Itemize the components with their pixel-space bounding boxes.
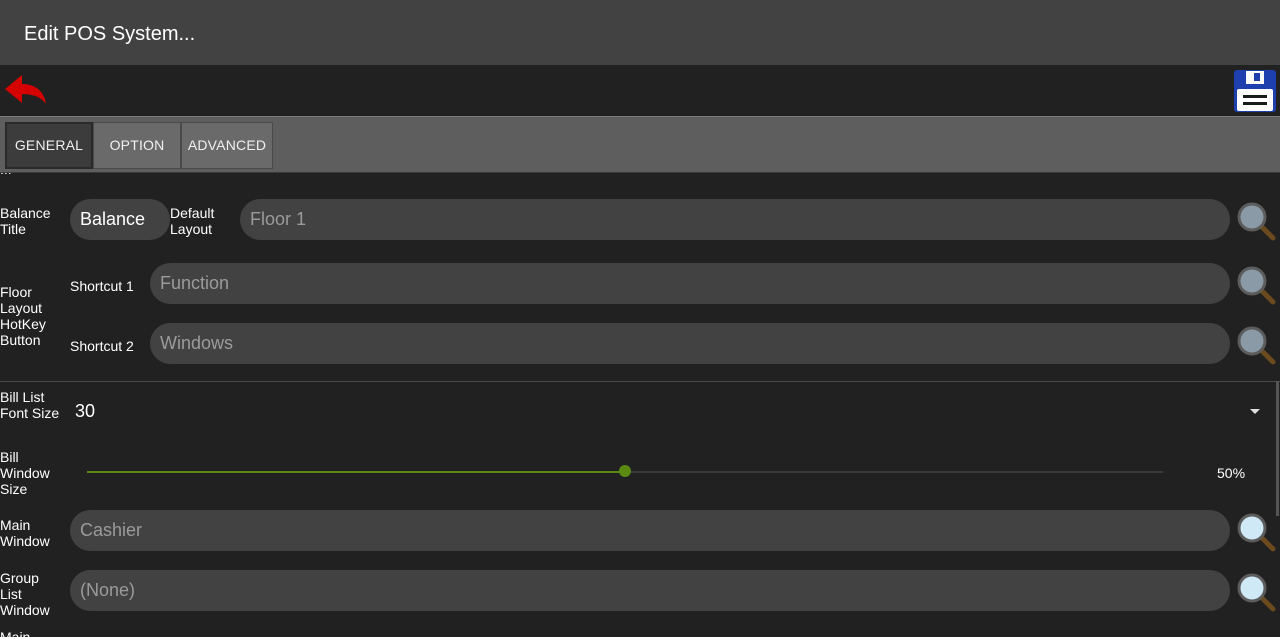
slider-fill (87, 471, 625, 473)
balance-title-label: Balance Title (0, 205, 51, 237)
title-bar: Edit POS System... (0, 0, 1280, 65)
cut-off-label: ... (0, 173, 12, 177)
next-row-label: Main (0, 629, 31, 637)
back-arrow-icon (5, 75, 46, 104)
main-window-search-button[interactable] (1235, 511, 1277, 553)
floppy-disk-icon (1234, 70, 1276, 112)
group-list-window-field[interactable]: (None) (70, 570, 1230, 611)
back-button[interactable] (3, 73, 49, 109)
search-icon (1237, 513, 1276, 552)
scrollbar[interactable] (1276, 381, 1279, 516)
floor-layout-hotkey-label: Floor Layout HotKey Button (0, 284, 46, 348)
general-form: ... Balance Title Balance Default Layout… (0, 173, 1280, 637)
tab-advanced[interactable]: ADVANCED (181, 122, 273, 169)
shortcut1-label: Shortcut 1 (70, 278, 134, 294)
bill-list-font-size-select[interactable]: 30 (75, 401, 95, 422)
bill-window-size-value: 50% (1217, 465, 1246, 481)
search-icon (1237, 266, 1276, 305)
section-divider (0, 381, 1280, 382)
search-icon (1237, 573, 1276, 612)
shortcut1-search-button[interactable] (1235, 264, 1277, 306)
shortcut2-label: Shortcut 2 (70, 338, 134, 354)
search-icon (1237, 202, 1276, 241)
shortcut2-field[interactable]: Windows (150, 323, 1230, 364)
tab-option[interactable]: OPTION (93, 122, 181, 169)
bill-window-size-slider[interactable] (87, 465, 1163, 477)
shortcut2-search-button[interactable] (1235, 324, 1277, 366)
slider-thumb[interactable] (619, 465, 631, 477)
default-layout-search-button[interactable] (1235, 200, 1277, 242)
bill-window-size-label: Bill Window Size (0, 449, 50, 497)
tab-bar: GENERAL OPTION ADVANCED (0, 116, 1280, 173)
group-list-window-search-button[interactable] (1235, 571, 1277, 613)
default-layout-field[interactable]: Floor 1 (240, 199, 1230, 240)
main-window-label: Main Window (0, 517, 50, 549)
search-icon (1237, 326, 1276, 365)
save-button[interactable] (1233, 69, 1277, 113)
toolbar (0, 65, 1280, 116)
window-title: Edit POS System... (24, 23, 196, 45)
dropdown-arrow-icon[interactable] (1250, 409, 1260, 414)
group-list-window-label: Group List Window (0, 570, 50, 618)
shortcut1-field[interactable]: Function (150, 263, 1230, 304)
main-window-field[interactable]: Cashier (70, 510, 1230, 551)
bill-list-font-size-label: Bill List Font Size (0, 389, 60, 421)
tab-general[interactable]: GENERAL (5, 122, 93, 169)
default-layout-label: Default Layout (170, 205, 215, 237)
balance-title-input[interactable]: Balance (70, 199, 170, 240)
